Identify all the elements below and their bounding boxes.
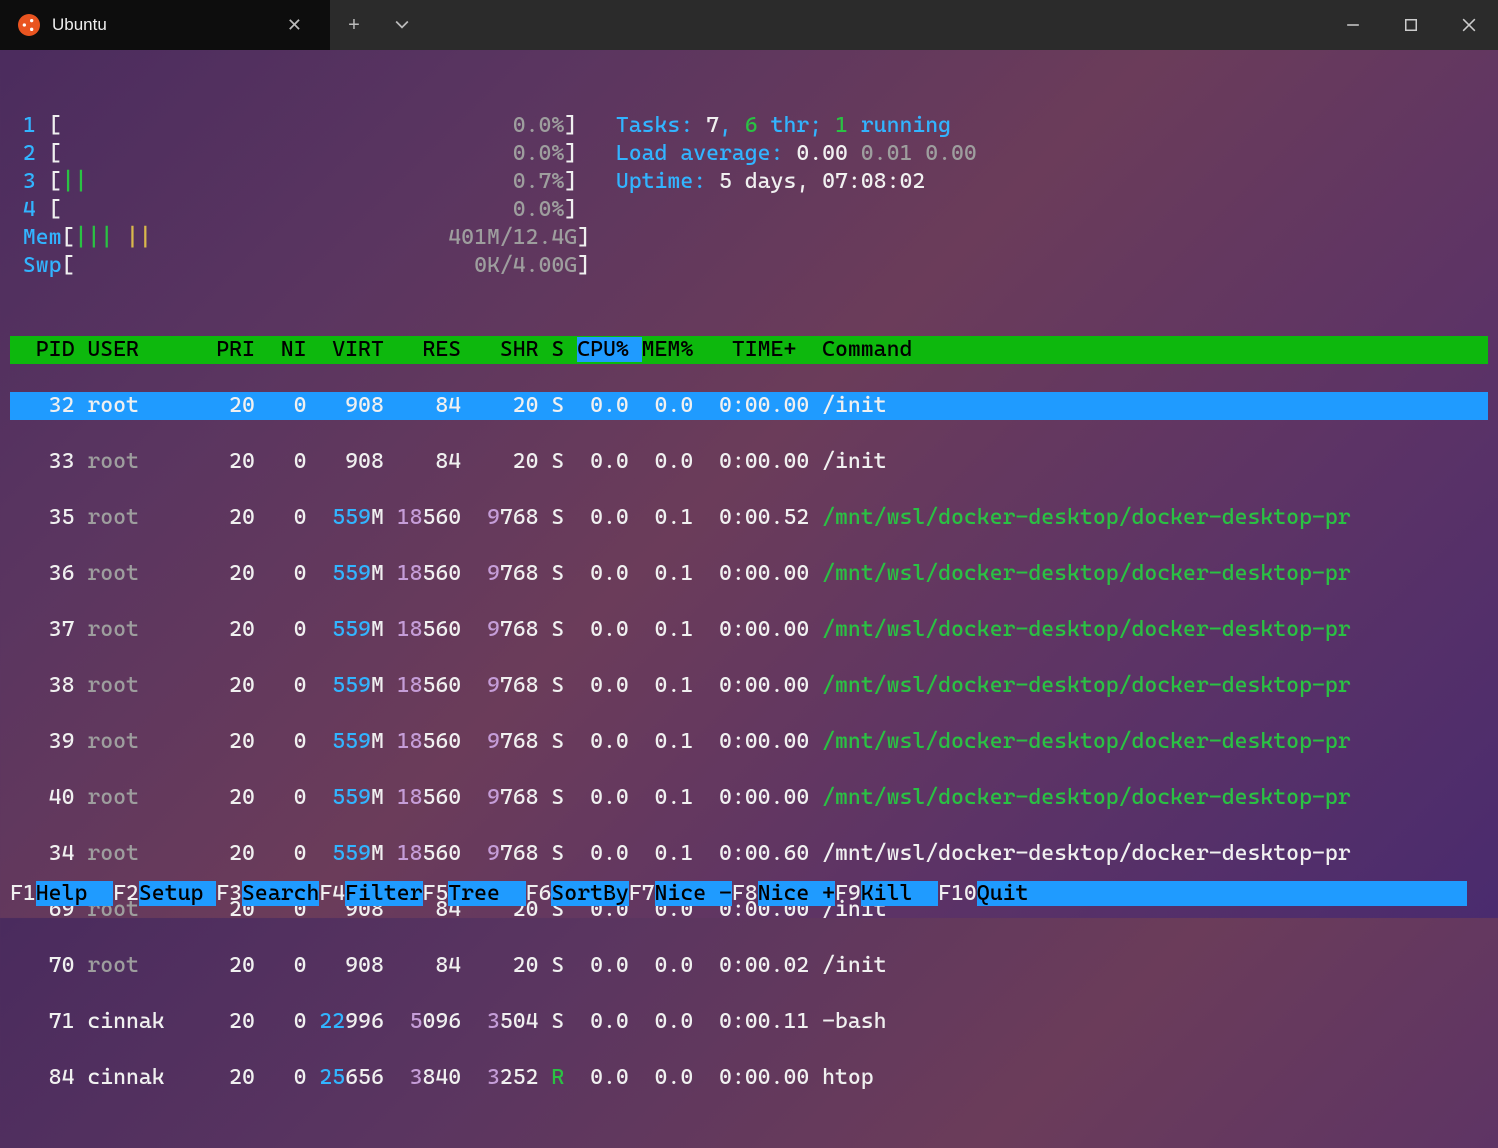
cpu-meter-4: 4 [ 0.0%] xyxy=(10,196,1488,224)
process-row[interactable]: 70 root 20 0 908 84 20 S 0.0 0.0 0:00.02… xyxy=(10,952,1488,980)
terminal-output[interactable]: 1 [ 0.0%] Tasks: 7, 6 thr; 1 running 2 [… xyxy=(0,50,1498,1148)
fkey-F8[interactable]: Nice + xyxy=(758,881,835,906)
process-row[interactable]: 71 cinnak 20 0 22996 5096 3504 S 0.0 0.0… xyxy=(10,1008,1488,1036)
tab-title: Ubuntu xyxy=(52,11,265,39)
new-tab-button[interactable]: + xyxy=(330,0,378,50)
function-key-bar: F1Help F2Setup F3SearchF4FilterF5Tree F6… xyxy=(0,880,1498,908)
process-row[interactable]: 33 root 20 0 908 84 20 S 0.0 0.0 0:00.00… xyxy=(10,448,1488,476)
process-list: 32 root 20 0 908 84 20 S 0.0 0.0 0:00.00… xyxy=(10,392,1488,1120)
maximize-button[interactable] xyxy=(1382,0,1440,50)
process-row[interactable]: 37 root 20 0 559M 18560 9768 S 0.0 0.1 0… xyxy=(10,616,1488,644)
fkey-F6[interactable]: SortBy xyxy=(551,881,628,906)
process-row[interactable]: 84 cinnak 20 0 25656 3840 3252 R 0.0 0.0… xyxy=(10,1064,1488,1092)
process-row[interactable]: 40 root 20 0 559M 18560 9768 S 0.0 0.1 0… xyxy=(10,784,1488,812)
fkey-F5[interactable]: Tree xyxy=(448,881,525,906)
tab-dropdown-button[interactable] xyxy=(378,0,426,50)
fkey-F9[interactable]: Kill xyxy=(861,881,938,906)
fkey-F4[interactable]: Filter xyxy=(345,881,422,906)
fkey-F3[interactable]: Search xyxy=(242,881,319,906)
fkey-F1[interactable]: Help xyxy=(36,881,113,906)
process-row[interactable]: 32 root 20 0 908 84 20 S 0.0 0.0 0:00.00… xyxy=(10,392,1488,420)
cpu-meter-3: 3 [|| 0.7%] Uptime: 5 days, 07:08:02 xyxy=(10,168,1488,196)
mem-meter: Mem[||| || 401M/12.4G] xyxy=(10,224,1488,252)
cpu-meter-1: 1 [ 0.0%] Tasks: 7, 6 thr; 1 running xyxy=(10,112,1488,140)
cpu-meters: 1 [ 0.0%] Tasks: 7, 6 thr; 1 running 2 [… xyxy=(10,112,1488,308)
process-row[interactable]: 35 root 20 0 559M 18560 9768 S 0.0 0.1 0… xyxy=(10,504,1488,532)
fkey-F10[interactable]: Quit xyxy=(977,881,1054,906)
process-row[interactable]: 36 root 20 0 559M 18560 9768 S 0.0 0.1 0… xyxy=(10,560,1488,588)
window-titlebar: Ubuntu ✕ + xyxy=(0,0,1498,50)
tab-close-button[interactable]: ✕ xyxy=(277,7,312,43)
close-button[interactable] xyxy=(1440,0,1498,50)
swp-meter: Swp[ 0K/4.00G] xyxy=(10,252,1488,280)
minimize-button[interactable] xyxy=(1324,0,1382,50)
fkey-F2[interactable]: Setup xyxy=(139,881,216,906)
terminal-tab[interactable]: Ubuntu ✕ xyxy=(0,0,330,50)
process-header[interactable]: PID USER PRI NI VIRT RES SHR S CPU% MEM%… xyxy=(10,336,1488,364)
process-row[interactable]: 34 root 20 0 559M 18560 9768 S 0.0 0.1 0… xyxy=(10,840,1488,868)
ubuntu-icon xyxy=(18,14,40,36)
cpu-meter-2: 2 [ 0.0%] Load average: 0.00 0.01 0.00 xyxy=(10,140,1488,168)
process-row[interactable]: 38 root 20 0 559M 18560 9768 S 0.0 0.1 0… xyxy=(10,672,1488,700)
window-controls xyxy=(1324,0,1498,50)
process-row[interactable]: 39 root 20 0 559M 18560 9768 S 0.0 0.1 0… xyxy=(10,728,1488,756)
fkey-F7[interactable]: Nice - xyxy=(655,881,732,906)
